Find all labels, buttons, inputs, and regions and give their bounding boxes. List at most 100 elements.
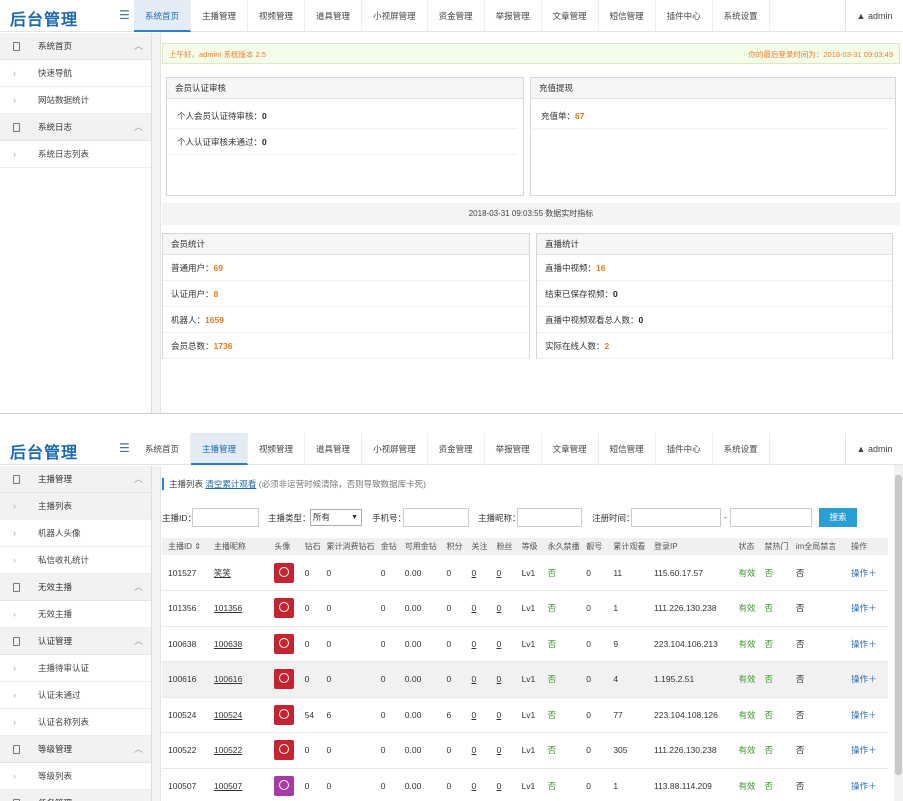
row-action-button[interactable]: 操作＋ [851,568,877,578]
stat-value: 0 [262,137,267,147]
table-cell: 0.00 [398,555,441,591]
hamburger-menu-icon[interactable]: ☰ [119,8,130,22]
stat-label: 个人会员认证待审核： [177,111,263,121]
table-cell: 0 [580,732,608,769]
table-cell: 0 [440,590,466,627]
sidebar-item[interactable]: › 机器人头像 [0,520,151,547]
anchor-type-select[interactable]: 所有 ▼ [310,509,362,526]
table-cell: 否 [789,555,846,591]
nav-tab[interactable]: 文章管理 [542,433,599,465]
hamburger-menu-icon[interactable]: ☰ [119,441,130,455]
reg-start-input[interactable] [631,508,721,527]
nav-tab[interactable]: 小视屏管理 [362,0,428,32]
scrollbar-thumb[interactable] [895,475,902,775]
table-cell [268,732,299,769]
nav-tab[interactable]: 小视屏管理 [362,433,428,465]
row-action-button[interactable]: 操作＋ [851,639,877,649]
row-action-button[interactable]: 操作＋ [851,745,877,755]
avatar [274,740,295,761]
sidebar-group[interactable]: 认证管理 ︿ [0,628,151,655]
page-scrollbar[interactable] [894,465,903,801]
nav-tab[interactable]: 道具管理 [305,433,363,465]
sidebar-group[interactable]: 无效主播 ︿ [0,574,151,601]
admin-user-menu[interactable]: ▲ admin [845,0,903,32]
column-header: 等级 [515,538,542,555]
table-row[interactable]: 101356 101356 0 0 0 0.00 0 0 0 Lv1 否 0 1 111.226.130.… [162,590,888,627]
avatar [274,775,295,796]
nav-tab[interactable]: 主播管理 [191,0,249,32]
nav-tab[interactable]: 文章管理 [542,0,599,32]
table-row[interactable]: 100522 100522 0 0 0 0.00 0 0 0 Lv1 否 0 305 111.226.13… [162,732,888,769]
clear-views-link[interactable]: 清空累计观看 [205,479,256,489]
sidebar-item[interactable]: › 等级列表 [0,763,151,790]
sidebar-group[interactable]: 系统首页 ︿ [0,33,151,60]
sidebar-group[interactable]: 系统日志 ︿ [0,114,151,141]
nav-tab[interactable]: 系统设置 [713,0,770,32]
row-action-button[interactable]: 操作＋ [851,674,877,684]
table-cell: 54 [298,697,321,733]
table-cell: 否 [789,590,846,627]
chevron-up-icon: ︿ [133,582,143,592]
box-title: 直播统计 [537,234,892,255]
nav-tab[interactable]: 视频管理 [248,433,306,465]
table-row[interactable]: 100507 100507 0 0 0 0.00 0 0 0 Lv1 否 0 1 113.88.114.2… [162,768,888,801]
sidebar-collapse-handle[interactable] [152,466,161,801]
sidebar-group[interactable]: 主播管理 ︿ [0,466,151,493]
sidebar-group[interactable]: 等级管理 ︿ [0,736,151,763]
sidebar-item[interactable]: › 系统日志列表 [0,141,151,168]
nav-tab[interactable]: 短信管理 [599,0,656,32]
chevron-right-icon: › [13,555,16,565]
table-cell: 0.00 [398,697,441,733]
main-nav: 系统首页 主播管理 视频管理 道具管理 小视屏管理 资金管理 举报管理 文章管理 短信管理 插件中… [134,433,770,465]
nav-tab[interactable]: 视频管理 [248,0,306,32]
sidebar-item[interactable]: › 快速导航 [0,60,151,87]
table-cell: 0 [298,732,321,769]
table-cell: 否 [758,590,790,627]
row-action-button[interactable]: 操作＋ [851,781,877,791]
table-cell: 有效 [732,697,759,733]
nav-tab[interactable]: 举报管理 [485,433,542,465]
anchor-id-input[interactable] [192,508,259,527]
table-row[interactable]: 100616 100616 0 0 0 0.00 0 0 0 Lv1 否 0 4 1.195.2.51 有效… [162,661,888,698]
phone-input[interactable] [403,508,469,527]
sidebar-group[interactable]: 任务管理︿ [0,790,151,801]
reg-end-input[interactable] [730,508,812,527]
nav-tab[interactable]: 主播管理 [191,433,249,465]
nav-tab[interactable]: 系统首页 [134,433,192,465]
stat-label: 结束已保存视频： [545,289,614,299]
table-cell: 100638 [207,626,269,662]
nav-tab[interactable]: 举报管理 [485,0,542,32]
table-row[interactable]: 100524 100524 54 6 0 0.00 6 0 0 Lv1 否 0 77 223.104.10… [162,697,888,733]
sidebar-item[interactable]: › 主播列表 [0,493,151,520]
nav-tab[interactable]: 短信管理 [599,433,656,465]
table-cell: 0 [490,626,516,662]
row-action-button[interactable]: 操作＋ [851,710,877,720]
sidebar-item[interactable]: › 认证未通过 [0,682,151,709]
nav-tab[interactable]: 插件中心 [656,0,713,32]
chevron-right-icon: › [13,690,16,700]
sidebar-item[interactable]: › 网站数据统计 [0,87,151,114]
row-action-button[interactable]: 操作＋ [851,603,877,613]
sidebar-item[interactable]: › 无效主播 [0,601,151,628]
table-row[interactable]: 100638 100638 0 0 0 0.00 0 0 0 Lv1 否 0 9 223.104.106.… [162,626,888,662]
sidebar-item[interactable]: › 认证名称列表 [0,709,151,736]
table-cell: 0.00 [398,661,441,698]
nav-tab[interactable]: 资金管理 [428,0,485,32]
admin-user-menu[interactable]: ▲ admin [845,433,903,465]
avatar [274,562,295,583]
nav-tab[interactable]: 插件中心 [656,433,713,465]
nav-tab[interactable]: 资金管理 [428,433,485,465]
nav-tab[interactable]: 道具管理 [305,0,363,32]
sidebar-collapse-handle[interactable] [152,33,161,413]
nickname-input[interactable] [517,508,582,527]
nav-tab[interactable]: 系统设置 [713,433,770,465]
anchor-list-content: 主播列表 清空累计观看 (必须非运营时候清除，否则导致数据库卡死) 主播ID： … [162,466,903,801]
search-button[interactable]: 搜索 [819,508,857,527]
nav-tab[interactable]: 系统首页 [134,0,192,32]
table-cell: 0 [580,697,608,733]
box-title: 充值提现 [531,78,895,99]
avatar [274,704,295,725]
sidebar-item[interactable]: › 私信收礼统计 [0,547,151,574]
table-row[interactable]: 101527 笑笑 0 0 0 0.00 0 0 0 Lv1 否 0 11 115.60.17.57 有效否… [162,555,888,591]
sidebar-item[interactable]: › 主播待审认证 [0,655,151,682]
